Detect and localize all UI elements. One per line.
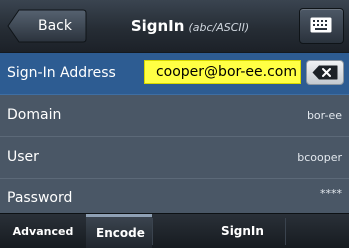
tab-divider bbox=[285, 218, 286, 245]
bottom-tab-bar: Advanced Encode SignIn bbox=[0, 213, 349, 248]
signin-address-row[interactable]: Sign-In Address cooper@bor-ee.com bbox=[0, 53, 349, 95]
clear-button[interactable] bbox=[306, 60, 344, 85]
domain-row[interactable]: Domain bor-ee bbox=[0, 95, 349, 137]
tab-signin[interactable]: SignIn bbox=[200, 214, 285, 248]
backspace-clear-icon bbox=[312, 65, 338, 80]
password-label: Password bbox=[7, 190, 73, 206]
tab-encode[interactable]: Encode bbox=[86, 214, 152, 248]
signin-screen: Back SignIn (abc/ASCII) Sign-In Address c… bbox=[0, 0, 349, 248]
keyboard-icon bbox=[310, 17, 332, 33]
tab-divider bbox=[152, 218, 153, 245]
signin-address-input[interactable]: cooper@bor-ee.com bbox=[144, 60, 301, 84]
page-subtitle: (abc/ASCII) bbox=[188, 21, 250, 34]
domain-label: Domain bbox=[7, 107, 62, 123]
back-button-label: Back bbox=[38, 18, 72, 34]
user-value: bcooper bbox=[297, 151, 342, 164]
back-button[interactable]: Back bbox=[7, 9, 87, 43]
signin-address-label: Sign-In Address bbox=[7, 65, 116, 81]
keyboard-button[interactable] bbox=[299, 8, 344, 44]
page-title-text: SignIn bbox=[130, 17, 185, 35]
tab-advanced[interactable]: Advanced bbox=[0, 214, 86, 248]
password-value: **** bbox=[320, 187, 342, 200]
signin-address-value: cooper@bor-ee.com bbox=[155, 64, 297, 80]
domain-value: bor-ee bbox=[306, 109, 342, 122]
user-label: User bbox=[7, 149, 39, 165]
password-row[interactable]: Password **** bbox=[0, 179, 349, 213]
header-bar: Back SignIn (abc/ASCII) bbox=[0, 0, 349, 53]
page-title: SignIn (abc/ASCII) bbox=[90, 0, 290, 52]
user-row[interactable]: User bcooper bbox=[0, 137, 349, 179]
